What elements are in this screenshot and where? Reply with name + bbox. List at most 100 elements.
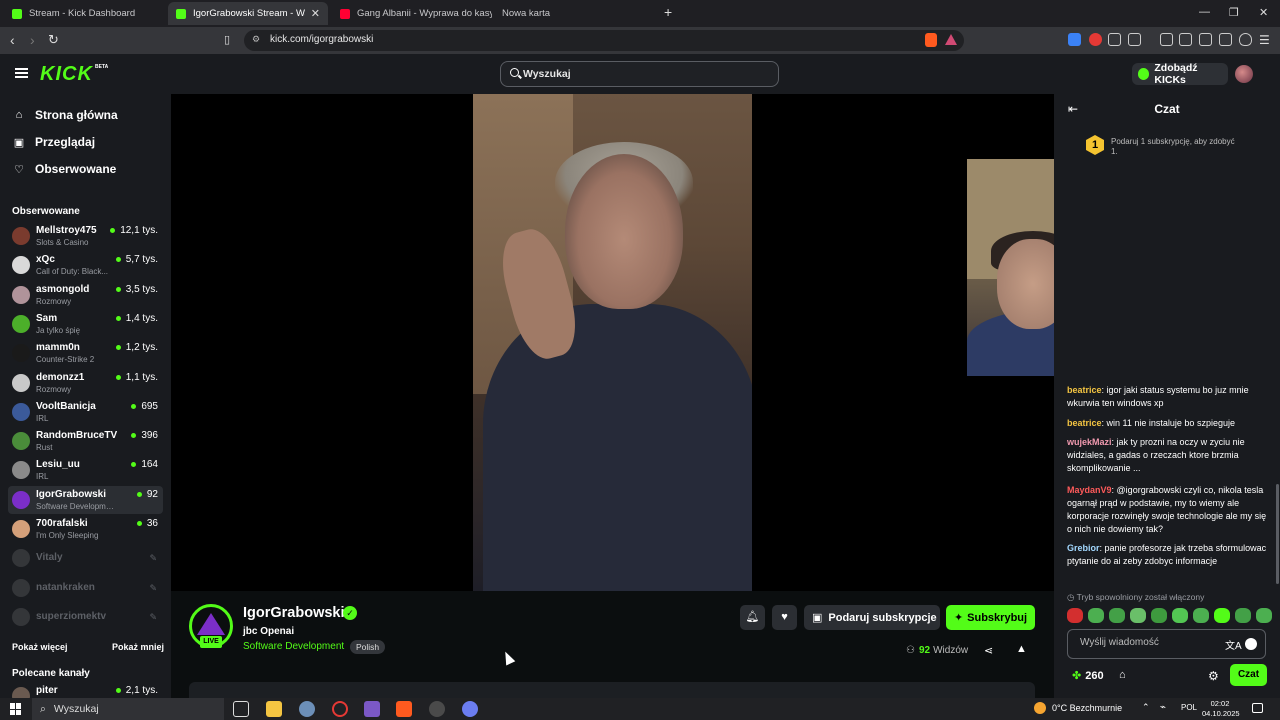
tab-gang-albanii[interactable]: Gang Albanii - Wyprawa do kasyna - — [332, 2, 492, 25]
extensions-icon[interactable] — [1108, 33, 1121, 46]
sidebar-channel-item[interactable]: 700rafalski I'm Only Sleeping 36 — [8, 515, 163, 543]
emote-icon[interactable] — [1067, 608, 1083, 623]
nav-browse[interactable]: ▣ Przeglądaj — [12, 135, 95, 149]
emote-icon[interactable] — [1088, 608, 1104, 623]
taskbar-search[interactable]: ⌕ Wyszukaj — [32, 698, 224, 720]
screenshot-icon[interactable] — [1128, 33, 1141, 46]
sidebar-offline-channel-item[interactable]: natankraken ✎ — [8, 574, 163, 602]
obs-icon[interactable] — [429, 701, 445, 717]
start-button-icon[interactable] — [10, 703, 22, 715]
sidebar-channel-item[interactable]: asmongold Rozmowy 3,5 tys. — [8, 281, 163, 309]
follow-button[interactable]: ♥ — [772, 605, 797, 630]
stream-category-link[interactable]: Software Development — [243, 641, 344, 652]
emote-icon[interactable] — [1193, 608, 1209, 623]
chat-settings-icon[interactable]: ⚙ — [1208, 669, 1219, 683]
notification-bell-button[interactable]: 🔔︎ — [740, 605, 765, 630]
tab-igorgrabowski-stream[interactable]: IgorGrabowski Stream - Watch ✕ — [168, 2, 328, 25]
share-icon[interactable]: ⋖ — [984, 644, 993, 657]
system-clock[interactable]: 02:02 04.10.2025 — [1202, 699, 1240, 719]
new-tab-button[interactable]: + — [664, 4, 672, 20]
sidebar-channel-item[interactable]: RandomBruceTV Rust 396 — [8, 427, 163, 455]
emote-icon[interactable] — [1151, 608, 1167, 623]
obs-like-app-icon[interactable] — [364, 701, 380, 717]
vpn-shield-icon[interactable] — [1239, 33, 1252, 46]
report-icon[interactable]: ▲ — [1016, 643, 1027, 655]
hamburger-menu-icon[interactable] — [15, 68, 28, 78]
emote-icon[interactable] — [1172, 608, 1188, 623]
emote-icon[interactable] — [1256, 608, 1272, 623]
video-player[interactable] — [171, 94, 1054, 591]
streamer-name[interactable]: IgorGrabowski — [243, 605, 345, 621]
nav-following[interactable]: ♡ Obserwowane — [12, 162, 116, 176]
sidebar-channel-item[interactable]: demonzz1 Rozmowy 1,1 tys. — [8, 369, 163, 397]
close-window-icon[interactable]: ✕ — [1259, 6, 1268, 19]
language-tag[interactable]: Polish — [350, 640, 386, 654]
minimize-icon[interactable]: — — [1199, 6, 1210, 18]
chat-message-input[interactable] — [1080, 637, 1220, 648]
user-avatar[interactable] — [1235, 65, 1253, 83]
forward-icon[interactable]: › — [30, 32, 35, 48]
search-input[interactable] — [523, 65, 763, 83]
notifications-icon[interactable] — [1252, 703, 1263, 713]
network-icon[interactable]: ⌁ — [1160, 702, 1166, 713]
tray-chevron-icon[interactable]: ⌃ — [1142, 702, 1150, 713]
sidebar-offline-channel-item[interactable]: Vitaly ✎ — [8, 544, 163, 572]
emote-icon[interactable] — [1214, 608, 1230, 623]
channel-points[interactable]: ✤ 260 — [1072, 669, 1104, 683]
kick-logo[interactable]: KICK — [40, 63, 93, 86]
translate-icon[interactable]: 文A — [1225, 637, 1242, 652]
chat-username[interactable]: Grebior — [1067, 543, 1100, 553]
back-icon[interactable]: ‹ — [10, 32, 15, 48]
brave-shield-icon[interactable] — [925, 33, 937, 47]
show-less-button[interactable]: Pokaż mniej — [112, 642, 164, 652]
emote-icon[interactable] — [1109, 608, 1125, 623]
chat-username[interactable]: wujekMazi — [1067, 437, 1112, 447]
gift-subscription-button[interactable]: ▣ Podaruj subskrypcje — [804, 605, 940, 630]
chat-input-box[interactable]: 文A — [1067, 629, 1266, 659]
url-field[interactable]: ⚙ kick.com/igorgrabowski — [244, 30, 964, 51]
menu-icon[interactable]: ☰ — [1259, 32, 1270, 48]
task-view-icon[interactable] — [233, 701, 249, 717]
nav-home[interactable]: ⌂ Strona główna — [12, 108, 118, 122]
wallet-icon[interactable] — [1199, 33, 1212, 46]
tab-new[interactable]: Nowa karta — [494, 2, 644, 25]
get-kicks-button[interactable]: Zdobądź KICKs — [1132, 62, 1228, 86]
reload-icon[interactable]: ↻ — [48, 32, 59, 48]
emote-icon[interactable] — [1235, 608, 1251, 623]
brave-rewards-icon[interactable] — [945, 34, 957, 45]
sidebar-channel-item[interactable]: Mellstroy475 Slots & Casino 12,1 tys. — [8, 222, 163, 250]
chat-send-button[interactable]: Czat — [1230, 664, 1267, 686]
translate-extension-icon[interactable] — [1068, 33, 1081, 46]
bookmark-icon[interactable]: ▯ — [224, 32, 230, 48]
chat-username[interactable]: beatrice — [1067, 418, 1102, 428]
chat-username[interactable]: MaydanV9 — [1067, 485, 1112, 495]
sidebar-channel-item[interactable]: Lesiu_uu IRL 164 — [8, 456, 163, 484]
emoji-icon[interactable] — [1245, 638, 1257, 650]
recommended-channel-item[interactable]: piter 2,1 tys. — [8, 682, 163, 698]
show-more-button[interactable]: Pokaż więcej — [12, 642, 68, 652]
pinned-gift-banner[interactable]: 1 Podaruj 1 subskrypcję, aby zdobyć 1. — [1084, 135, 1274, 157]
weather-widget[interactable]: 0°C Bezchmurnie — [1034, 702, 1122, 714]
chat-scrollbar[interactable] — [1276, 484, 1279, 584]
leo-ai-icon[interactable] — [1219, 33, 1232, 46]
sidebar-channel-item[interactable]: mamm0n Counter-Strike 2 1,2 tys. — [8, 339, 163, 367]
close-tab-icon[interactable]: ✕ — [305, 7, 320, 20]
record-extension-icon[interactable] — [1089, 33, 1102, 46]
input-language[interactable]: POL — [1181, 703, 1197, 712]
store-icon[interactable]: ⌂ — [1119, 669, 1126, 681]
chat-username[interactable]: beatrice — [1067, 385, 1102, 395]
brave-browser-icon[interactable] — [396, 701, 412, 717]
app-icon[interactable] — [299, 701, 315, 717]
sidebar-offline-channel-item[interactable]: superziomektv ✎ — [8, 603, 163, 631]
subscribe-button[interactable]: ✦ Subskrybuj — [946, 605, 1035, 630]
sidebar-toggle-icon[interactable] — [1179, 33, 1192, 46]
sidebar-channel-item[interactable]: VooltBanicja IRL 695 — [8, 398, 163, 426]
media-icon[interactable] — [1160, 33, 1173, 46]
opera-icon[interactable] — [332, 701, 348, 717]
sidebar-channel-item[interactable]: xQc Call of Duty: Black... 5,7 tys. — [8, 251, 163, 279]
tab-kick-dashboard[interactable]: Stream - Kick Dashboard — [4, 2, 166, 25]
sidebar-channel-item[interactable]: Sam Ja tylko śpię 1,4 tys. — [8, 310, 163, 338]
search-box[interactable] — [500, 61, 779, 87]
emote-icon[interactable] — [1130, 608, 1146, 623]
file-explorer-icon[interactable] — [266, 701, 282, 717]
